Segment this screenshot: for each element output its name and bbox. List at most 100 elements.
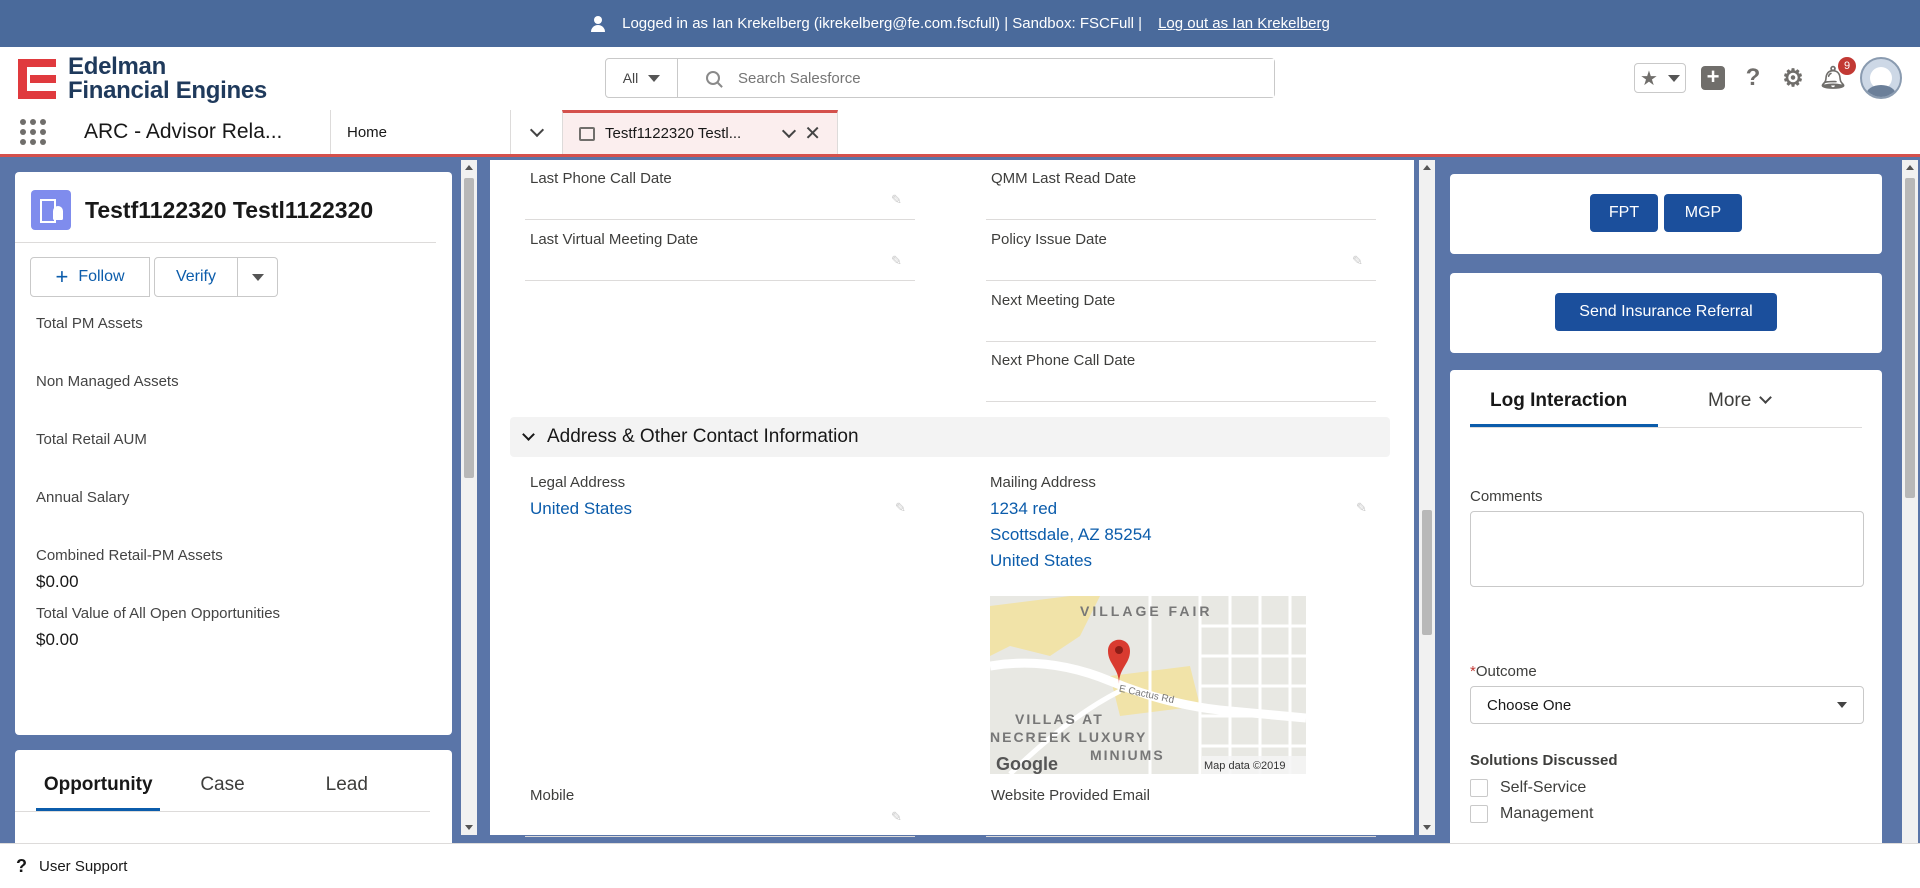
section-address-contact[interactable]: Address & Other Contact Information [510, 417, 1390, 457]
field-label: Mobile [530, 787, 575, 804]
record-header: Testf1122320 Testl1122320 [15, 172, 436, 243]
field-value: $0.00 [36, 630, 79, 649]
highlight-fields: Total PM Assets Non Managed Assets Total… [15, 315, 452, 663]
outcome-select[interactable]: Choose One [1470, 686, 1864, 724]
tab-case[interactable]: Case [160, 760, 284, 811]
tab-log-interaction[interactable]: Log Interaction [1470, 378, 1658, 427]
field-label: Total PM Assets [36, 315, 143, 332]
tab-lead[interactable]: Lead [285, 760, 409, 811]
mailing-address-label: Mailing Address [990, 474, 1096, 491]
scroll-up-icon[interactable] [1423, 165, 1431, 170]
field-last-virtual-meeting-date: Last Virtual Meeting Date ✎ [525, 221, 915, 281]
scroll-thumb[interactable] [464, 178, 474, 478]
more-actions-button[interactable] [238, 257, 278, 297]
address-map[interactable]: VILLAGE FAIR E Cactus Rd VILLAS AT NECRE… [990, 596, 1306, 774]
middle-scrollbar[interactable] [1419, 160, 1435, 835]
record-highlights-card: Testf1122320 Testl1122320 + Follow Verif… [15, 172, 452, 735]
field-label: Last Virtual Meeting Date [530, 231, 699, 248]
login-banner: Logged in as Ian Krekelberg (ikrekelberg… [0, 0, 1920, 47]
fpt-button[interactable]: FPT [1590, 194, 1658, 232]
global-header: Edelman Financial Engines All ★ + ? ⚙ 🔔︎… [0, 47, 1920, 110]
notifications-button[interactable]: 🔔︎ 9 [1819, 57, 1856, 91]
send-insurance-referral-button[interactable]: Send Insurance Referral [1555, 293, 1777, 331]
scroll-down-icon[interactable] [465, 825, 473, 830]
app-launcher-icon[interactable] [0, 110, 66, 154]
interaction-tabs: Log Interaction More [1470, 370, 1862, 428]
search-scope-dropdown[interactable]: All [606, 59, 678, 97]
question-icon: ? [16, 855, 27, 876]
right-scrollbar[interactable] [1902, 160, 1918, 843]
comments-textarea[interactable] [1470, 511, 1864, 587]
record-title: Testf1122320 Testl1122320 [85, 196, 374, 223]
pencil-icon[interactable]: ✎ [891, 192, 905, 207]
related-tabs-card: Opportunity Case Lead [15, 750, 452, 850]
utility-bar: ? User Support [0, 843, 1920, 888]
nav-menu-button[interactable] [510, 110, 562, 154]
chevron-down-icon [1837, 702, 1847, 708]
help-button[interactable]: ? [1740, 64, 1766, 91]
scroll-up-icon[interactable] [465, 165, 473, 170]
map-label-villas1: VILLAS AT [1015, 711, 1104, 727]
chevron-down-icon [529, 122, 544, 137]
left-scrollbar[interactable] [461, 160, 477, 835]
chevron-down-icon [1667, 74, 1680, 82]
login-banner-text: Logged in as Ian Krekelberg (ikrekelberg… [622, 15, 1143, 32]
map-label-villas2: NECREEK LUXURY [990, 729, 1147, 745]
tab-opportunity[interactable]: Opportunity [36, 760, 161, 811]
field-next-meeting-date: Next Meeting Date [986, 282, 1376, 342]
chevron-down-icon [522, 428, 535, 441]
tab-home[interactable]: Home [330, 110, 510, 154]
tab-more[interactable]: More [1688, 378, 1790, 427]
legal-address-label: Legal Address [530, 474, 626, 491]
referral-card: Send Insurance Referral [1450, 273, 1882, 353]
quick-actions-card: FPT MGP [1450, 174, 1882, 254]
tab-record[interactable]: Testf1122320 Testl... ✕ [562, 110, 838, 154]
field-total-retail-aum: Total Retail AUM [36, 431, 452, 489]
close-tab-icon[interactable]: ✕ [804, 121, 821, 146]
global-actions-button[interactable]: + [1700, 65, 1726, 91]
search-icon [706, 71, 720, 85]
field-label: Total Retail AUM [36, 431, 147, 448]
field-total-pm-assets: Total PM Assets [36, 315, 452, 373]
person-account-icon [31, 190, 71, 230]
record-actions: + Follow Verify [15, 243, 452, 297]
field-qmm-last-read-date: QMM Last Read Date [986, 160, 1376, 220]
mgp-button[interactable]: MGP [1664, 194, 1742, 232]
pencil-icon[interactable]: ✎ [891, 253, 905, 268]
plus-icon: + [1701, 66, 1725, 90]
global-search: All [605, 58, 1275, 98]
field-annual-salary: Annual Salary [36, 489, 452, 547]
scroll-thumb[interactable] [1422, 510, 1432, 635]
follow-button[interactable]: + Follow [30, 257, 150, 297]
checkbox[interactable] [1470, 805, 1488, 823]
solution-self-service: Self-Service [1470, 775, 1882, 801]
checkbox[interactable] [1470, 779, 1488, 797]
scroll-thumb[interactable] [1905, 178, 1915, 498]
pencil-icon[interactable]: ✎ [1356, 500, 1367, 516]
scroll-up-icon[interactable] [1906, 165, 1914, 170]
company-logo[interactable]: Edelman Financial Engines [18, 55, 267, 103]
favorites-button[interactable]: ★ [1634, 63, 1686, 93]
navigation-bar: ARC - Advisor Rela... Home Testf1122320 … [0, 110, 1920, 157]
checkbox-label: Self-Service [1500, 779, 1587, 796]
scroll-down-icon[interactable] [1423, 825, 1431, 830]
user-avatar[interactable] [1860, 57, 1902, 99]
map-label-villas3: MINIUMS [1090, 747, 1165, 763]
plus-icon: + [55, 264, 69, 289]
mailing-address-link[interactable]: 1234 red Scottsdale, AZ 85254 United Sta… [990, 496, 1152, 574]
pencil-icon[interactable]: ✎ [895, 500, 906, 516]
checkbox-label: Management [1500, 805, 1594, 822]
logout-link[interactable]: Log out as Ian Krekelberg [1158, 15, 1330, 32]
user-support-button[interactable]: User Support [39, 858, 127, 875]
pencil-icon[interactable]: ✎ [891, 809, 905, 824]
verify-button[interactable]: Verify [154, 257, 238, 297]
notification-badge: 9 [1838, 57, 1856, 75]
setup-button[interactable]: ⚙ [1780, 65, 1806, 92]
pencil-icon[interactable]: ✎ [1352, 253, 1366, 268]
tab-menu-chevron-icon[interactable] [782, 123, 797, 139]
log-interaction-card: Log Interaction More Comments *Outcome C… [1450, 370, 1882, 850]
field-label: QMM Last Read Date [991, 170, 1137, 187]
google-logo: Google [996, 754, 1058, 774]
search-input[interactable] [738, 59, 1274, 97]
legal-address-link[interactable]: United States [530, 496, 632, 522]
